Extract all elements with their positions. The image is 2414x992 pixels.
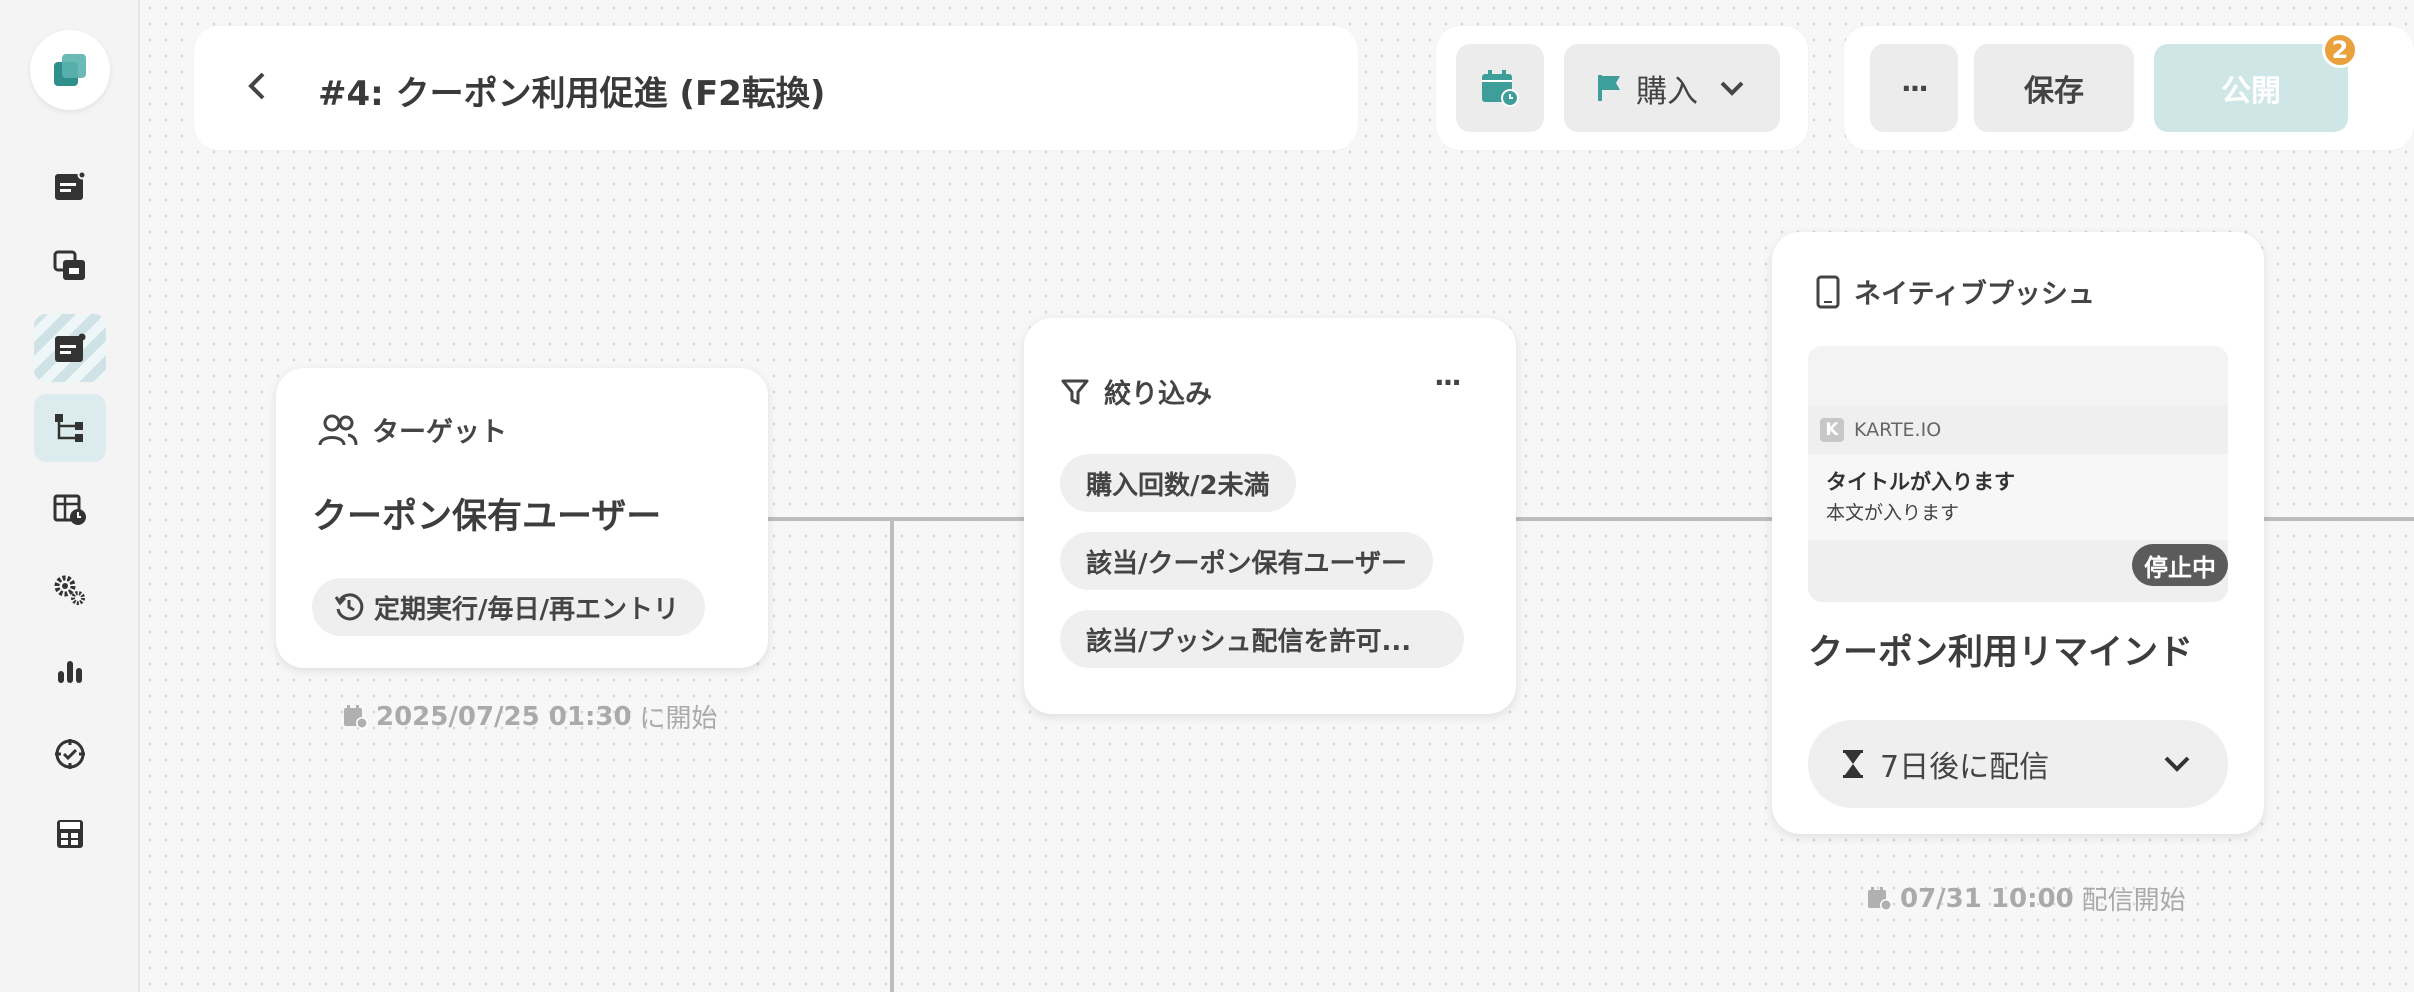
- calendar-clock-icon: [344, 704, 368, 729]
- sidebar-item-flow[interactable]: [34, 394, 106, 462]
- schedule-chip[interactable]: 定期実行/毎日/再エントリ: [312, 578, 705, 636]
- schedule-table-icon: [53, 494, 86, 525]
- publish-badge: 2: [2322, 32, 2358, 68]
- sidebar-item-settings[interactable]: [34, 556, 106, 624]
- filter-condition-chip[interactable]: 購入回数/2未満: [1060, 454, 1296, 512]
- connector-line: [890, 517, 894, 992]
- push-delivery-date: 07/31 10:00: [1900, 883, 2074, 914]
- status-badge: 停止中: [2132, 544, 2228, 586]
- chevron-down-icon: [2164, 756, 2190, 772]
- more-icon: ···: [1901, 71, 1929, 105]
- calendar-clock-icon: [1482, 70, 1519, 107]
- flow-canvas[interactable]: #4: クーポン利用促進 (F2転換) 購入 ··· 保存 公開 2 ターゲット…: [142, 0, 2414, 992]
- target-node-header: ターゲット: [318, 410, 507, 449]
- target-name: クーポン保有ユーザー: [312, 497, 662, 537]
- schedule-button[interactable]: [1456, 44, 1544, 132]
- chevron-down-icon: [1720, 81, 1744, 96]
- sidebar-item-analytics[interactable]: [34, 638, 106, 706]
- preview-notif-body: 本文が入ります: [1826, 502, 1960, 524]
- layers-icon: [53, 250, 85, 280]
- preview-notif-title: タイトルが入ります: [1826, 470, 2015, 494]
- history-icon: [334, 593, 364, 621]
- filter-condition-chip[interactable]: 該当/クーポン保有ユーザー: [1060, 532, 1433, 590]
- calendar-clock-icon: [1868, 886, 1892, 911]
- goal-dropdown[interactable]: 購入: [1564, 44, 1780, 132]
- preview-app-name: KARTE.IO: [1854, 419, 1942, 441]
- page-title: #4: クーポン利用促進 (F2転換): [318, 74, 826, 114]
- filter-node-header: 絞り込み: [1060, 372, 1212, 411]
- sidebar-item-campaign-variant[interactable]: [34, 314, 106, 382]
- sidebar-item-layers[interactable]: [34, 232, 106, 300]
- campaign-striped-icon: [55, 333, 86, 362]
- push-name: クーポン利用リマインド: [1808, 633, 2194, 673]
- filter-node[interactable]: 絞り込み ··· 購入回数/2未満 該当/クーポン保有ユーザー 該当/プッシュ配…: [1024, 318, 1516, 714]
- connector-line: [2264, 517, 2414, 521]
- connector-line: [768, 517, 854, 521]
- sidebar-item-schedule[interactable]: [34, 476, 106, 544]
- app-logo[interactable]: [30, 30, 110, 110]
- target-start-meta: 2025/07/25 01:30 に開始: [342, 698, 718, 735]
- sidebar-item-line[interactable]: [34, 800, 106, 868]
- more-button[interactable]: ···: [1870, 44, 1958, 132]
- push-preview[interactable]: K KARTE.IO タイトルが入ります 本文が入ります 停止中: [1808, 346, 2228, 602]
- push-delivery-meta: 07/31 10:00 配信開始: [1866, 880, 2186, 917]
- target-heading: ターゲット: [372, 417, 507, 448]
- hourglass-icon: [1843, 750, 1863, 778]
- goal-label: 購入: [1636, 73, 1698, 110]
- target-start-date: 2025/07/25 01:30: [376, 701, 632, 732]
- filter-condition-chip[interactable]: 該当/プッシュ配信を許可...: [1060, 610, 1464, 668]
- campaign-options-panel: 購入: [1436, 26, 1808, 150]
- chart-icon: [58, 661, 82, 683]
- logo-icon: [54, 54, 86, 86]
- smartphone-icon: [1816, 275, 1840, 308]
- flag-icon: [1598, 75, 1620, 101]
- karte-logo-icon: K: [1820, 418, 1844, 442]
- delay-dropdown[interactable]: 7日後に配信: [1808, 720, 2228, 808]
- flow-icon: [55, 414, 83, 442]
- sidebar: [0, 0, 140, 992]
- save-button[interactable]: 保存: [1974, 44, 2134, 132]
- target-node[interactable]: ターゲット クーポン保有ユーザー 定期実行/毎日/再エントリ: [276, 368, 768, 668]
- preview-notification: タイトルが入ります 本文が入ります: [1808, 454, 2228, 540]
- filter-heading: 絞り込み: [1104, 379, 1212, 410]
- target-start-suffix: に開始: [639, 704, 718, 734]
- preview-app-row: K KARTE.IO: [1820, 418, 1941, 442]
- push-node-header: ネイティブプッシュ: [1816, 272, 2095, 311]
- campaign-icon: [55, 171, 86, 200]
- preview-status-bar: [1808, 346, 2228, 406]
- delay-label: 7日後に配信: [1880, 750, 2050, 785]
- filter-icon: [1061, 379, 1089, 404]
- push-heading: ネイティブプッシュ: [1854, 279, 2095, 310]
- action-panel: ··· 保存 公開 2: [1844, 26, 2414, 150]
- push-delivery-suffix: 配信開始: [2081, 886, 2186, 916]
- line-icon: [57, 820, 83, 848]
- settings-icon: [54, 575, 85, 605]
- back-icon[interactable]: [246, 68, 268, 113]
- schedule-chip-label: 定期実行/毎日/再エントリ: [374, 594, 679, 625]
- target-icon: [55, 739, 85, 769]
- publish-button[interactable]: 公開: [2154, 44, 2348, 132]
- native-push-node[interactable]: ネイティブプッシュ K KARTE.IO タイトルが入ります 本文が入ります 停…: [1772, 232, 2264, 834]
- title-bar: #4: クーポン利用促進 (F2転換): [194, 26, 1358, 150]
- connector-line: [850, 517, 894, 521]
- filter-more-icon[interactable]: ···: [1434, 366, 1462, 399]
- sidebar-item-campaigns[interactable]: [34, 152, 106, 220]
- sidebar-item-goals[interactable]: [34, 720, 106, 788]
- users-icon: [318, 414, 358, 445]
